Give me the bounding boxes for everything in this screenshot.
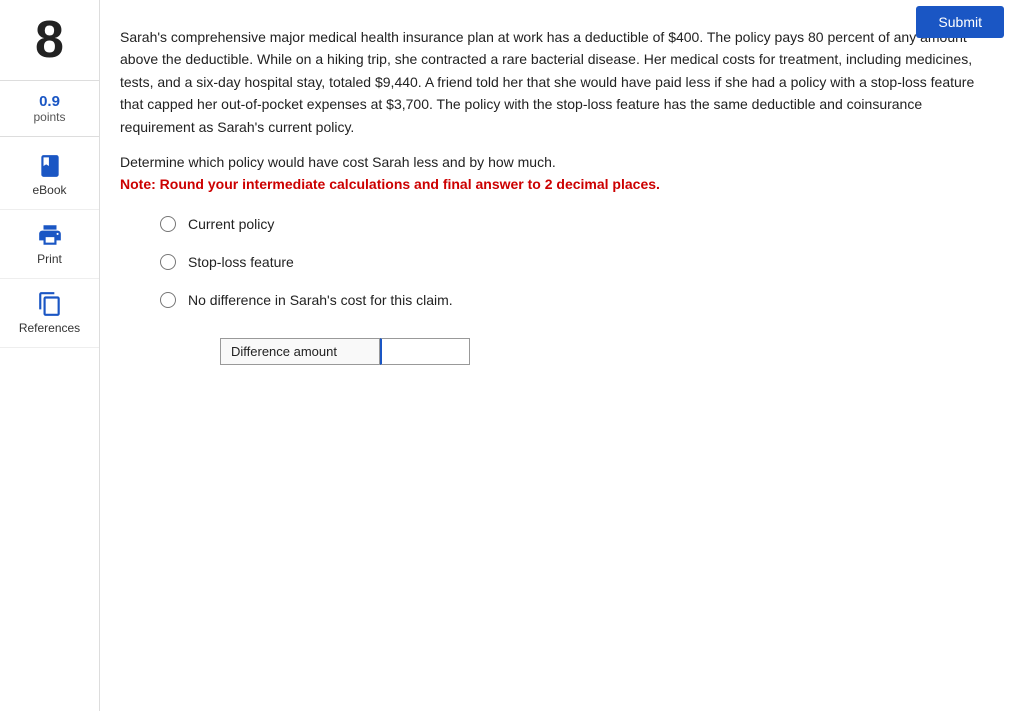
difference-amount-input[interactable] — [380, 338, 470, 365]
label-nodiff-policy[interactable]: No difference in Sarah's cost for this c… — [188, 292, 453, 308]
submit-button[interactable]: Submit — [916, 6, 1004, 38]
sidebar: 8 0.9 points eBook Print References — [0, 0, 100, 711]
sidebar-nav: eBook Print References — [0, 141, 99, 348]
difference-amount-label: Difference amount — [220, 338, 380, 365]
main-content: Submit Sarah's comprehensive major medic… — [100, 0, 1024, 711]
ebook-label: eBook — [32, 183, 66, 197]
note-text: Note: Round your intermediate calculatio… — [120, 176, 994, 192]
option-row-current: Current policy — [160, 216, 994, 232]
references-label: References — [19, 321, 80, 335]
sidebar-item-ebook[interactable]: eBook — [0, 141, 99, 210]
label-stoploss-policy[interactable]: Stop-loss feature — [188, 254, 294, 270]
points-value: 0.9 — [0, 93, 99, 110]
label-current-policy[interactable]: Current policy — [188, 216, 274, 232]
sidebar-item-references[interactable]: References — [0, 279, 99, 348]
option-row-nodiff: No difference in Sarah's cost for this c… — [160, 292, 994, 308]
question-number: 8 — [0, 0, 99, 81]
print-label: Print — [37, 252, 62, 266]
difference-section: Difference amount — [220, 338, 994, 365]
radio-stoploss-policy[interactable] — [160, 254, 176, 270]
print-icon — [37, 222, 63, 248]
radio-current-policy[interactable] — [160, 216, 176, 232]
instruction-text: Determine which policy would have cost S… — [120, 154, 994, 170]
references-icon — [37, 291, 63, 317]
options-section: Current policy Stop-loss feature No diff… — [120, 216, 994, 308]
option-row-stoploss: Stop-loss feature — [160, 254, 994, 270]
radio-nodiff-policy[interactable] — [160, 292, 176, 308]
points-label: points — [0, 110, 99, 124]
book-icon — [37, 153, 63, 179]
points-section: 0.9 points — [0, 81, 99, 137]
question-text: Sarah's comprehensive major medical heal… — [120, 26, 994, 138]
sidebar-item-print[interactable]: Print — [0, 210, 99, 279]
